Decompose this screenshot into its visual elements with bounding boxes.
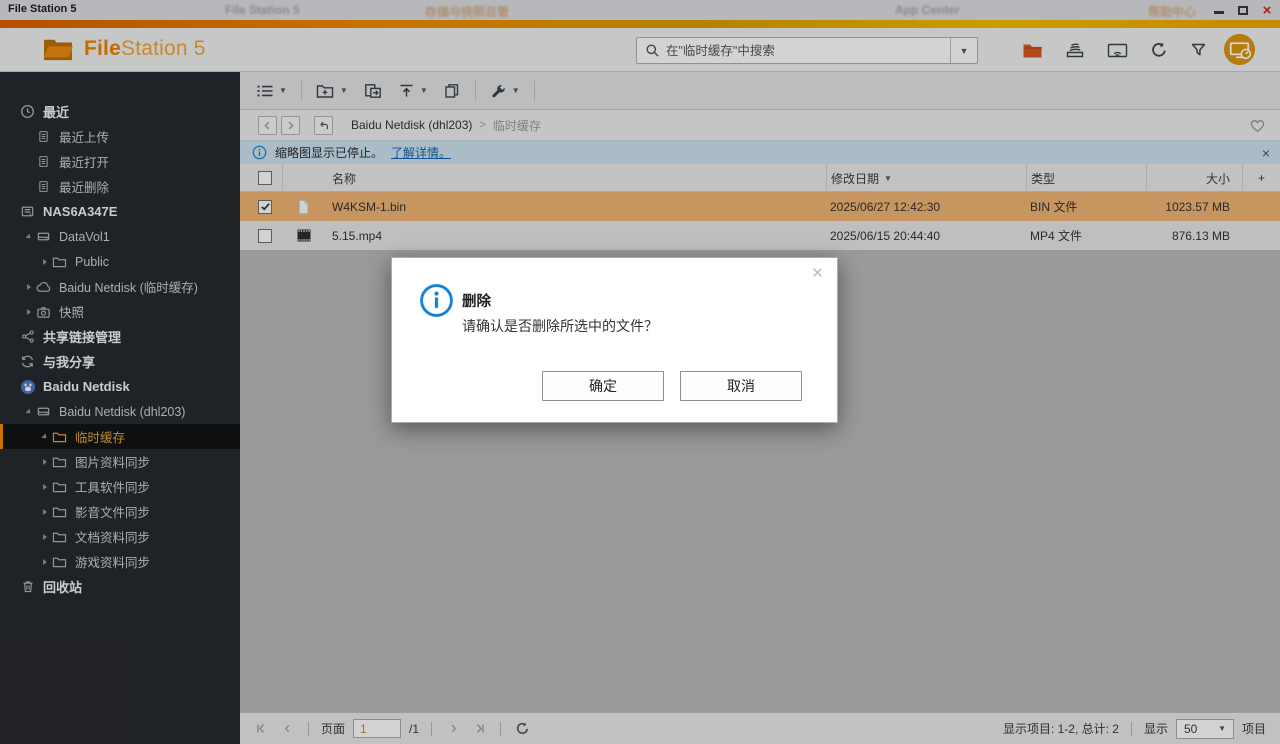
screen: File Station 5 File Station 5 存储与快照总管 App … xyxy=(0,0,1280,744)
cancel-button[interactable]: 取消 xyxy=(680,371,802,401)
dialog-message: 请确认是否删除所选中的文件？ xyxy=(462,318,658,334)
dialog-title: 删除 xyxy=(462,294,491,310)
delete-confirm-dialog: × 删除 请确认是否删除所选中的文件？ 确定 取消 xyxy=(391,257,838,423)
dialog-close-icon[interactable]: × xyxy=(812,264,823,283)
dialog-info-icon xyxy=(419,283,454,321)
confirm-button[interactable]: 确定 xyxy=(542,371,664,401)
